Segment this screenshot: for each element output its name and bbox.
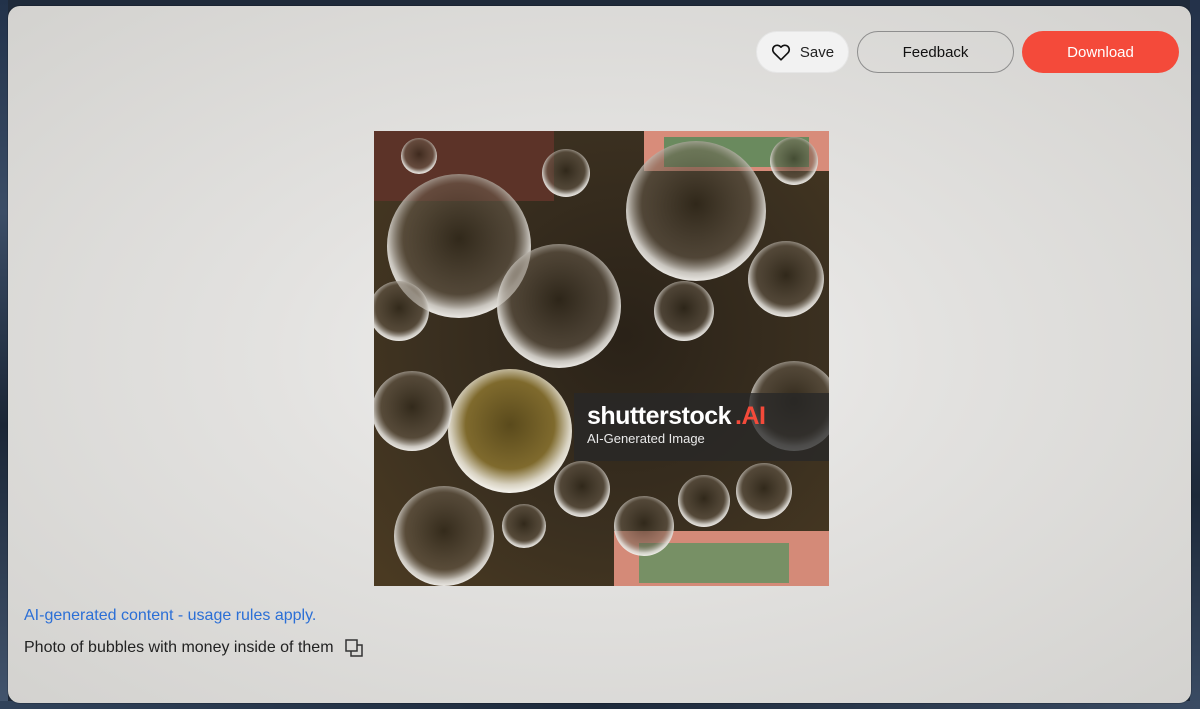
download-label: Download <box>1067 43 1134 61</box>
watermark-brand: shutterstock <box>587 402 732 430</box>
download-button[interactable]: Download <box>1022 31 1179 73</box>
feedback-label: Feedback <box>902 43 969 61</box>
heart-icon <box>771 44 790 61</box>
background-page-right <box>1190 0 1200 709</box>
usage-rules-link[interactable]: AI-generated content - usage rules apply… <box>24 607 316 625</box>
image-caption: Photo of bubbles with money inside of th… <box>24 639 334 656</box>
watermark-subtitle: AI-Generated Image <box>587 431 705 446</box>
shutterstock-watermark: shutterstock .AI AI-Generated Image <box>574 393 829 461</box>
copy-icon[interactable] <box>344 638 364 658</box>
generated-image: shutterstock .AI AI-Generated Image <box>374 131 829 586</box>
background-page-left <box>0 0 8 709</box>
image-caption-row: Photo of bubbles with money inside of th… <box>24 638 364 658</box>
watermark-ai-mark: .AI <box>735 402 766 430</box>
save-label: Save <box>799 43 835 61</box>
save-button[interactable]: Save <box>756 31 849 73</box>
bubbles-photo <box>374 131 829 586</box>
feedback-button[interactable]: Feedback <box>857 31 1014 73</box>
image-preview-modal: Save Feedback Download shutterstock .AI … <box>8 6 1191 703</box>
